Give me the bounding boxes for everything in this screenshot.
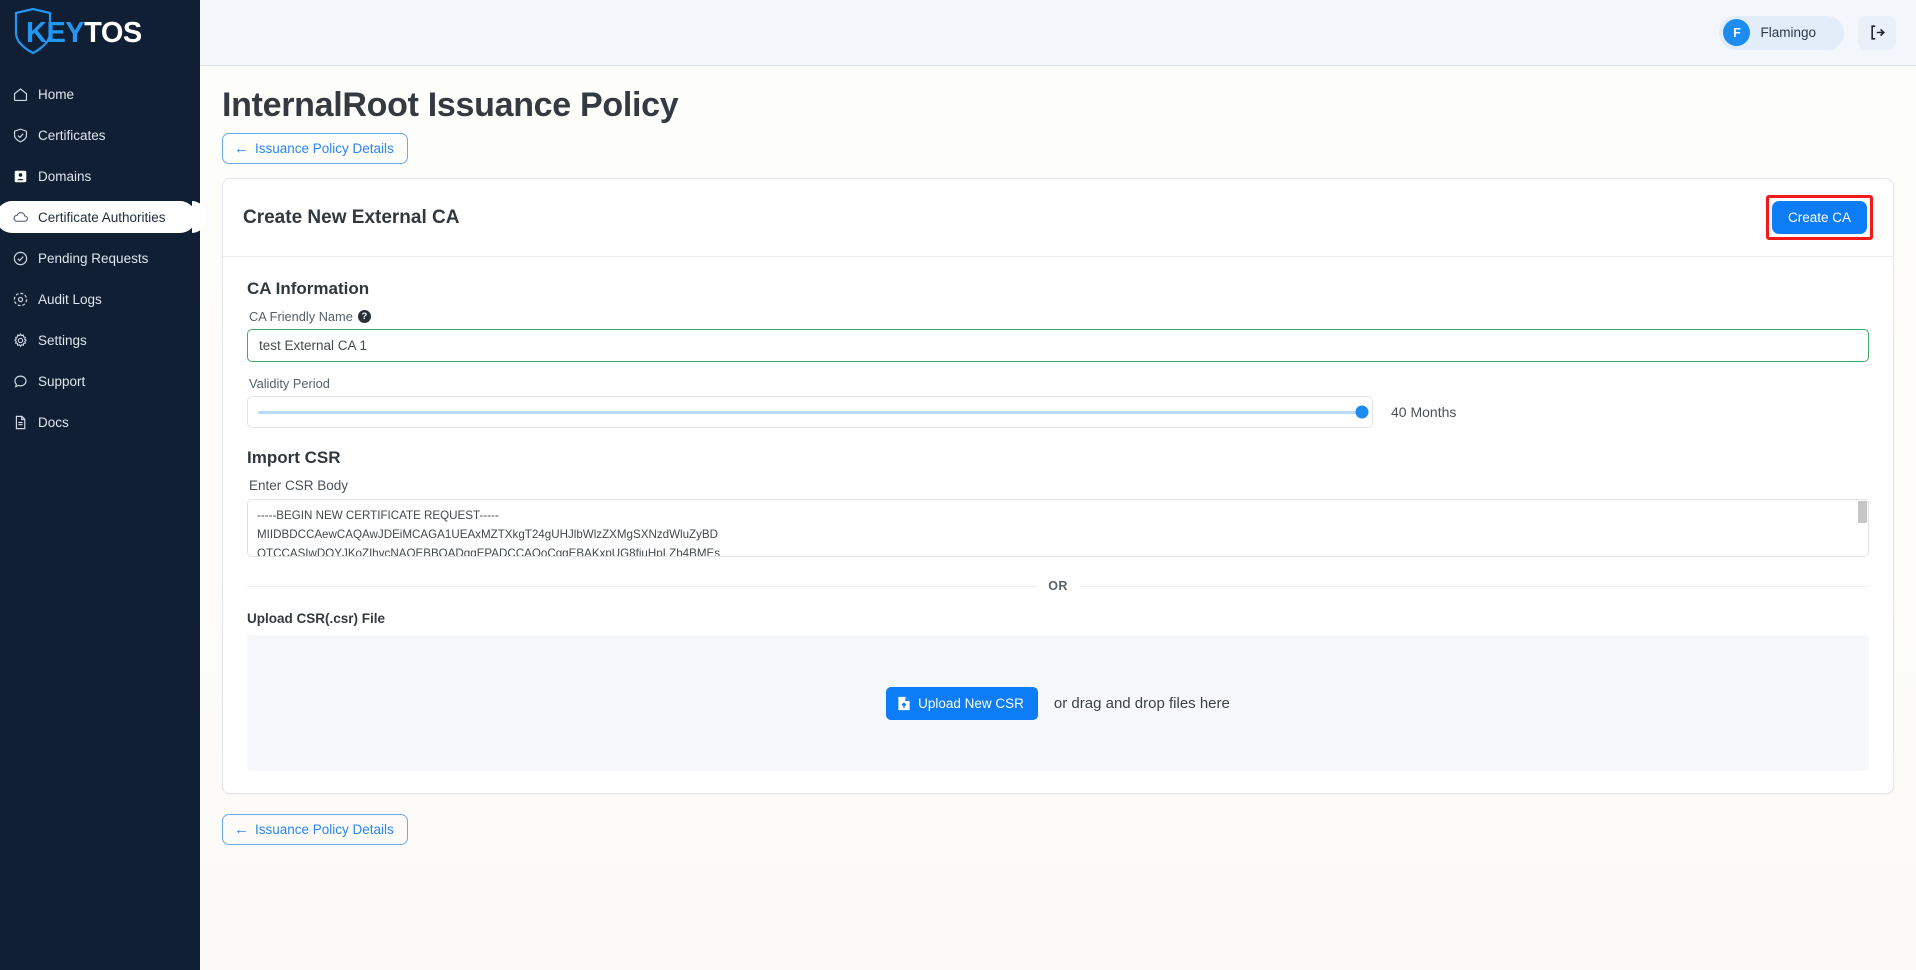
card-header: Create New External CA Create CA: [223, 179, 1893, 257]
create-ca-button[interactable]: Create CA: [1771, 201, 1867, 234]
back-button-label: Issuance Policy Details: [255, 821, 394, 837]
csr-dropzone[interactable]: Upload New CSR or drag and drop files he…: [247, 635, 1869, 771]
left-arrow-icon: ←: [234, 140, 249, 157]
cloud-icon: [12, 208, 38, 226]
user-menu[interactable]: F Flamingo: [1719, 15, 1844, 50]
validity-period-row: 40 Months: [247, 396, 1869, 428]
logout-button[interactable]: [1858, 15, 1896, 50]
drag-drop-text: or drag and drop files here: [1053, 694, 1230, 712]
ca-information-heading: CA Information: [247, 279, 370, 298]
page-content: InternalRoot Issuance Policy ← Issuance …: [200, 66, 1916, 970]
shield-logo-icon: [14, 7, 52, 54]
sidebar-item-label: Settings: [38, 332, 87, 348]
file-upload-icon: [898, 696, 910, 710]
sidebar-item-home[interactable]: Home: [0, 78, 200, 110]
id-card-icon: [12, 168, 38, 185]
csr-body-label: Enter CSR Body: [249, 478, 349, 493]
page-title: InternalRoot Issuance Policy: [222, 86, 679, 124]
sidebar-item-label: Docs: [38, 414, 69, 430]
ca-friendly-name-label: CA Friendly Name ?: [249, 309, 1869, 324]
ca-friendly-name-input[interactable]: [247, 329, 1869, 362]
or-divider-text: OR: [1048, 579, 1068, 593]
divider-line-right: [1079, 585, 1869, 587]
sidebar-item-settings[interactable]: Settings: [0, 324, 200, 356]
sidebar-item-label: Domains: [38, 168, 92, 184]
ca-friendly-name-label-text: CA Friendly Name: [249, 309, 353, 324]
card-title: Create New External CA: [243, 206, 460, 228]
sidebar-item-label: Pending Requests: [38, 250, 149, 266]
main-area: F Flamingo InternalRoot Issuance Policy …: [200, 0, 1916, 970]
sidebar-item-domains[interactable]: Domains: [0, 160, 200, 192]
validity-slider[interactable]: [247, 396, 1373, 428]
topbar: F Flamingo: [200, 0, 1916, 66]
divider-line-left: [247, 585, 1037, 587]
check-circle-icon: [12, 250, 38, 267]
home-icon: [12, 86, 38, 103]
sidebar-nav: Home Certificates Domains Certificate Au…: [0, 78, 206, 438]
upload-csr-file-label: Upload CSR(.csr) File: [247, 611, 386, 626]
sidebar-item-docs[interactable]: Docs: [0, 406, 200, 438]
csr-body-textarea[interactable]: -----BEGIN NEW CERTIFICATE REQUEST----- …: [247, 499, 1869, 557]
target-icon: [12, 291, 38, 308]
gear-icon: [12, 332, 38, 349]
sidebar: KEY TOS Home Certificates Domains Certif…: [0, 0, 206, 970]
help-icon[interactable]: ?: [357, 310, 371, 323]
upload-new-csr-button[interactable]: Upload New CSR: [886, 686, 1038, 720]
back-to-issuance-policy-details-button-bottom[interactable]: ← Issuance Policy Details: [222, 814, 408, 845]
card-body: CA Information CA Friendly Name ? Validi…: [223, 257, 1893, 793]
sidebar-item-audit-logs[interactable]: Audit Logs: [0, 283, 200, 315]
chat-bubble-icon: [12, 373, 38, 390]
logo-text: KEY TOS: [14, 7, 142, 54]
csr-body-scrollbar-thumb[interactable]: [1858, 501, 1867, 523]
slider-track[interactable]: [258, 405, 1369, 419]
avatar: F: [1723, 19, 1751, 46]
csr-body-wrapper: -----BEGIN NEW CERTIFICATE REQUEST----- …: [247, 499, 1869, 557]
sidebar-item-label: Certificate Authorities: [38, 209, 166, 225]
back-button-label: Issuance Policy Details: [255, 140, 394, 156]
user-name: Flamingo: [1760, 25, 1816, 40]
brand-logo[interactable]: KEY TOS: [0, 0, 200, 66]
validity-period-label-text: Validity Period: [249, 376, 330, 391]
sidebar-item-label: Support: [38, 373, 86, 389]
document-icon: [12, 414, 38, 431]
sidebar-item-pending-requests[interactable]: Pending Requests: [0, 242, 200, 274]
import-csr-heading: Import CSR: [247, 448, 341, 467]
upload-new-csr-label: Upload New CSR: [918, 695, 1024, 711]
back-to-issuance-policy-details-button-top[interactable]: ← Issuance Policy Details: [222, 133, 408, 164]
sidebar-item-support[interactable]: Support: [0, 365, 200, 397]
left-arrow-icon: ←: [234, 821, 249, 838]
or-divider: OR: [247, 579, 1869, 593]
app-root: KEY TOS Home Certificates Domains Certif…: [0, 0, 1916, 970]
create-external-ca-card: Create New External CA Create CA CA Info…: [222, 178, 1894, 794]
validity-period-label: Validity Period: [249, 376, 1869, 391]
create-ca-highlight: Create CA: [1765, 195, 1873, 240]
footer-actions: ← Issuance Policy Details: [222, 814, 1894, 845]
sidebar-item-label: Home: [38, 86, 75, 102]
logo-tos: TOS: [84, 16, 142, 49]
validity-value-text: 40 Months: [1391, 404, 1457, 420]
sidebar-item-certificates[interactable]: Certificates: [0, 119, 200, 151]
sidebar-item-certificate-authorities[interactable]: Certificate Authorities: [0, 201, 206, 233]
logout-arrow-icon: [1870, 25, 1885, 40]
sidebar-item-label: Audit Logs: [38, 291, 102, 307]
sidebar-item-label: Certificates: [38, 127, 106, 143]
shield-check-icon: [12, 127, 38, 144]
slider-thumb[interactable]: [1355, 405, 1369, 419]
